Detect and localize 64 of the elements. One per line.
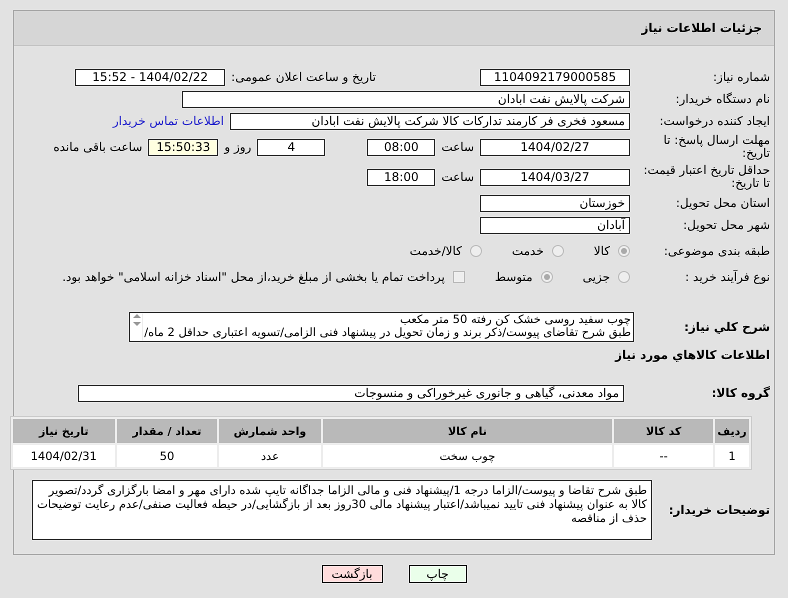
input-field[interactable]: 4 — [257, 138, 326, 156]
field-label: نوع فرآیند خرید : — [684, 270, 770, 284]
field-label: ساعت — [441, 170, 474, 184]
radio-button[interactable] — [470, 245, 482, 257]
field-label: مهلت ارسال پاسخ: تا تاریخ: — [662, 134, 770, 160]
table-cell: چوب سخت — [322, 445, 612, 467]
table-cell: -- — [614, 445, 714, 467]
option-label: متوسط — [494, 270, 533, 284]
input-field[interactable]: مسعود فخری فر کارمند تدارکات کالا شرکت پالایش نفت ابادان — [230, 112, 630, 130]
option-label: جزیی — [582, 270, 610, 284]
field-label: حداقل تاریخ اعتبار قیمت: تا تاریخ: — [642, 164, 770, 190]
column-header: واحد شمارش — [219, 419, 320, 443]
field-label: نام دستگاه خریدار: — [674, 92, 770, 106]
column-header: ردیف — [715, 419, 749, 443]
scroll-arrows-icon[interactable] — [132, 313, 142, 327]
field-label: شماره نیاز: — [712, 70, 770, 84]
field-label: ایجاد کننده درخواست: — [658, 114, 770, 128]
field-label: استان محل تحویل: — [674, 196, 770, 210]
input-field[interactable]: مواد معدنی، گیاهی و جانوری غیرخوراکی و منسوجات — [78, 384, 624, 402]
option-label: خدمت — [512, 244, 544, 258]
description-box[interactable]: چوب سفید روسی خشک کن رفته 50 متر مکعب طبق شرح تقاضای پیوست/ذکر برند و زمان تحویل در پیشنهاد فنی الزامی/تسویه اعتباری حداقل 2 ماه/ — [129, 312, 634, 342]
notes-box[interactable]: طبق شرح تقاضا و پیوست/الزاما درجه 1/پیشنهاد فنی و مالی الزاما جداگانه تایپ شده دارای مهر و امضا بارگزاری گردد/تصویر کالا به عنوان پیشنهاد فنی تایید نمیباشد/اعتبار پیشنهاد مالی 30روز بعد از بازگشایی/در حیطه فعالیت صنفی/عدم رعایت توضیحات حذف از مناقصه — [32, 480, 652, 540]
section-heading: اطلاعات کالاهاي مورد نياز — [614, 347, 770, 364]
column-header: تعداد / مقدار — [116, 419, 218, 443]
radio-button[interactable] — [618, 245, 630, 257]
table-cell: 50 — [116, 445, 218, 467]
column-header: تاریخ نیاز — [13, 419, 114, 443]
input-field[interactable]: شرکت پالایش نفت ابادان — [182, 90, 630, 108]
column-header: نام کالا — [322, 419, 612, 443]
input-field[interactable]: 18:00 — [367, 168, 436, 186]
input-field[interactable]: 1404/03/27 — [480, 168, 630, 186]
contact-link[interactable]: اطلاعات تماس خریدار — [112, 114, 224, 128]
input-field[interactable]: 1404/02/27 — [480, 138, 630, 156]
field-label: روز و — [224, 140, 252, 154]
input-field[interactable]: 15:50:33 — [148, 138, 218, 156]
radio-button[interactable] — [540, 271, 553, 283]
description-line: طبق شرح تقاضای پیوست/ذکر برند و زمان تحویل در پیشنهاد فنی الزامی/تسویه اعتباری حداقل 2 ماه/ — [145, 326, 631, 339]
input-field[interactable]: 1104092179000585 — [480, 68, 630, 86]
option-label: کالا — [594, 244, 610, 258]
radio-button[interactable] — [618, 271, 630, 283]
table-cell: عدد — [219, 445, 320, 467]
input-field[interactable]: 1404/02/22 - 15:52 — [75, 68, 226, 86]
radio-button[interactable] — [552, 245, 564, 257]
field-label: ساعت باقی مانده — [53, 140, 142, 154]
column-header: کد کالا — [614, 419, 714, 443]
table-cell: 1404/02/31 — [13, 445, 114, 467]
description-line: چوب سفید روسی خشک کن رفته 50 متر مکعب — [399, 313, 631, 326]
field-label: توضیحات خریدار: — [668, 504, 770, 516]
field-label: طبقه بندی موضوعی: — [662, 244, 770, 258]
input-field[interactable]: 08:00 — [367, 138, 436, 156]
input-field[interactable]: آبادان — [480, 216, 630, 234]
field-label: شرح کلي نياز: — [683, 320, 770, 334]
field-label: تاریخ و ساعت اعلان عمومی: — [231, 70, 376, 84]
checkbox-label: پرداخت تمام یا بخشی از مبلغ خرید،از محل "اسناد خزانه اسلامی" خواهد بود. — [62, 270, 445, 284]
field-label: گروه کالا: — [710, 386, 770, 400]
option-label: کالا/خدمت — [410, 244, 462, 258]
field-label: ساعت — [441, 140, 474, 154]
panel-title: جزئیات اطلاعات نیاز — [641, 21, 762, 35]
table-cell: 1 — [715, 445, 749, 467]
print-button[interactable]: چاپ — [408, 565, 466, 583]
back-button[interactable]: بازگشت — [322, 565, 382, 583]
checkbox[interactable] — [452, 271, 465, 283]
field-label: شهر محل تحویل: — [682, 218, 770, 232]
input-field[interactable]: خوزستان — [480, 194, 630, 212]
